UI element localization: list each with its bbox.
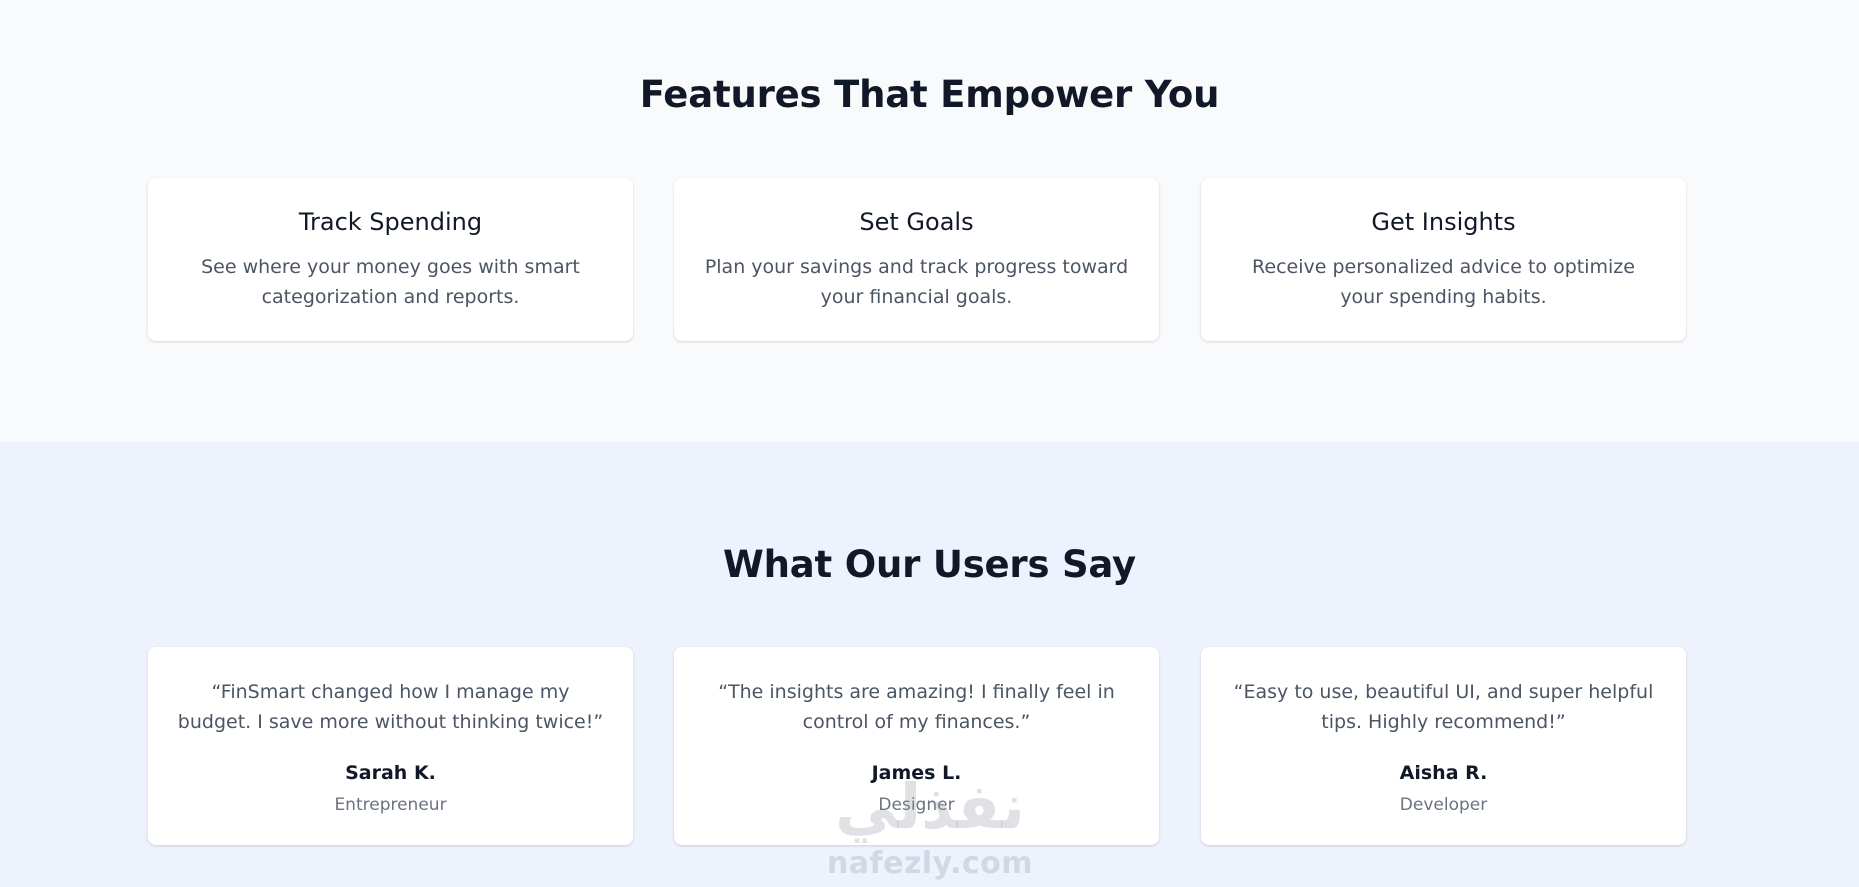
testimonial-quote: “FinSmart changed how I manage my budget… (177, 681, 604, 733)
features-heading: Features That Empower You (639, 73, 1220, 116)
feature-card-title: Set Goals (859, 208, 974, 236)
testimonial-author: James L. (871, 762, 962, 784)
testimonial-role: Entrepreneur (334, 795, 447, 815)
testimonial-card-aisha: “Easy to use, beautiful UI, and super he… (1201, 647, 1686, 845)
testimonials-heading: What Our Users Say (723, 543, 1136, 586)
testimonial-role: Designer (878, 795, 955, 815)
features-section: Features That Empower You Track Spending… (0, 0, 1859, 442)
feature-card-get-insights: Get Insights Receive personalized advice… (1201, 178, 1686, 341)
testimonial-quote: “The insights are amazing! I finally fee… (718, 681, 1115, 733)
feature-card-description: Receive personalized advice to optimize … (1252, 256, 1635, 308)
landing-page: Features That Empower You Track Spending… (0, 0, 1859, 887)
feature-card-title: Track Spending (298, 208, 483, 236)
feature-card-track-spending: Track Spending See where your money goes… (148, 178, 633, 341)
testimonial-quote: “Easy to use, beautiful UI, and super he… (1233, 681, 1654, 733)
testimonial-card-sarah: “FinSmart changed how I manage my budget… (148, 647, 633, 845)
feature-card-description: See where your money goes with smart cat… (201, 256, 580, 308)
testimonial-author: Sarah K. (345, 762, 436, 784)
testimonials-section: What Our Users Say “FinSmart changed how… (0, 442, 1859, 887)
feature-card-description: Plan your savings and track progress tow… (704, 256, 1129, 308)
testimonial-card-james: “The insights are amazing! I finally fee… (674, 647, 1159, 845)
testimonial-role: Developer (1399, 795, 1488, 815)
testimonial-author: Aisha R. (1399, 762, 1488, 784)
feature-card-set-goals: Set Goals Plan your savings and track pr… (674, 178, 1159, 341)
feature-card-title: Get Insights (1371, 208, 1516, 236)
